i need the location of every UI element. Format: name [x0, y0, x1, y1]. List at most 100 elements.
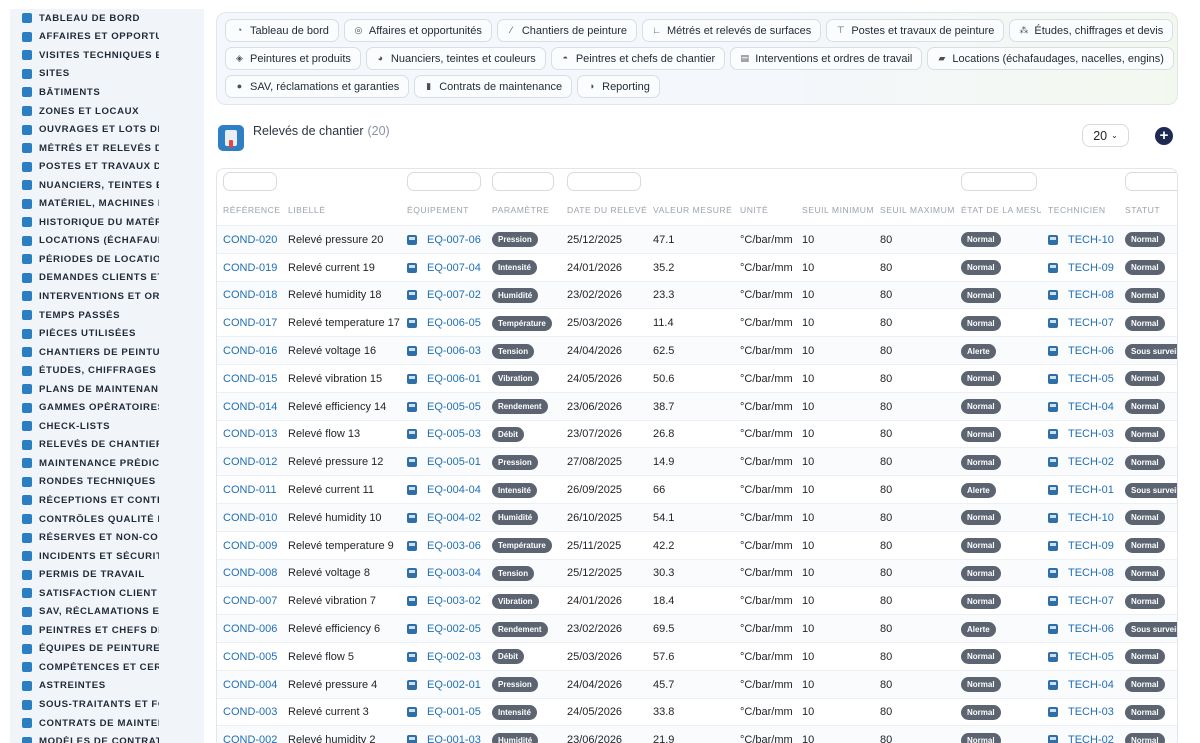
top-nav-button[interactable]: ◔ Tableau de bord [225, 19, 339, 42]
eq-link[interactable]: EQ-002-01 [427, 679, 481, 691]
sidebar-item[interactable]: MATÉRIEL, MACHINES ET ENGINS [10, 194, 204, 213]
column-header[interactable]: STATUT [1125, 205, 1177, 215]
eq-link[interactable]: EQ-006-05 [427, 317, 481, 329]
sidebar-item[interactable]: PEINTRES ET CHEFS DE CHANTIER [10, 621, 204, 640]
sidebar-item[interactable]: PÉRIODES DE LOCATION [10, 250, 204, 269]
top-nav-button[interactable]: ▮ Contrats de maintenance [414, 75, 573, 98]
tech-link[interactable]: TECH-06 [1068, 345, 1114, 357]
table-row[interactable]: COND-002 Relevé humidity 2 EQ-001-03 Humidi… [217, 725, 1177, 743]
tech-link[interactable]: TECH-10 [1068, 234, 1114, 246]
eq-link[interactable]: EQ-003-06 [427, 540, 481, 552]
eq-link[interactable]: EQ-002-05 [427, 623, 481, 635]
ref-link[interactable]: COND-003 [223, 706, 277, 718]
sidebar-item[interactable]: MAINTENANCE PRÉDICTIVE [10, 454, 204, 473]
eq-link[interactable]: EQ-003-04 [427, 567, 481, 579]
sidebar-item[interactable]: INCIDENTS ET SÉCURITÉ [10, 547, 204, 566]
sidebar-item[interactable]: PERMIS DE TRAVAIL [10, 565, 204, 584]
ref-link[interactable]: COND-017 [223, 317, 277, 329]
tech-link[interactable]: TECH-04 [1068, 679, 1114, 691]
tech-link[interactable]: TECH-07 [1068, 595, 1114, 607]
eq-link[interactable]: EQ-001-03 [427, 734, 481, 743]
top-nav-button[interactable]: ∟ Métrés et relevés de surfaces [642, 19, 822, 42]
table-row[interactable]: COND-013 Relevé flow 13 EQ-005-03 Débit 23/0… [217, 419, 1177, 448]
sidebar-item[interactable]: HISTORIQUE DU MATÉRIEL [10, 213, 204, 232]
sidebar-item[interactable]: CHECK-LISTS [10, 417, 204, 436]
top-nav-button[interactable]: ◓ Peintres et chefs de chantier [550, 47, 726, 70]
ref-link[interactable]: COND-012 [223, 456, 277, 468]
sidebar-item[interactable]: RÉSERVES ET NON-CONFORMITÉS [10, 528, 204, 547]
table-row[interactable]: COND-011 Relevé current 11 EQ-004-04 Intens… [217, 475, 1177, 503]
table-row[interactable]: COND-009 Relevé temperature 9 EQ-003-06 Tem… [217, 530, 1177, 559]
sidebar-item[interactable]: RONDES TECHNIQUES [10, 473, 204, 492]
ref-link[interactable]: COND-002 [223, 734, 277, 743]
eq-link[interactable]: EQ-004-04 [427, 484, 481, 496]
table-row[interactable]: COND-010 Relevé humidity 10 EQ-004-02 Humid… [217, 503, 1177, 531]
ref-link[interactable]: COND-016 [223, 345, 277, 357]
tech-link[interactable]: TECH-05 [1068, 651, 1114, 663]
ref-link[interactable]: COND-004 [223, 679, 277, 691]
column-filter-input[interactable] [492, 172, 554, 191]
ref-link[interactable]: COND-013 [223, 428, 277, 440]
tech-link[interactable]: TECH-02 [1068, 456, 1114, 468]
tech-link[interactable]: TECH-09 [1068, 262, 1114, 274]
column-header[interactable]: ÉQUIPEMENT [407, 205, 487, 215]
sidebar-item[interactable]: AFFAIRES ET OPPORTUNITÉS [10, 28, 204, 47]
column-filter-input[interactable] [223, 172, 277, 191]
tech-link[interactable]: TECH-08 [1068, 289, 1114, 301]
eq-link[interactable]: EQ-005-01 [427, 456, 481, 468]
eq-link[interactable]: EQ-001-05 [427, 706, 481, 718]
per-page-select[interactable]: 20 ⌄ [1082, 124, 1129, 147]
sidebar-item[interactable]: ÉQUIPES DE PEINTURE [10, 640, 204, 659]
sidebar-item[interactable]: CHANTIERS DE PEINTURE [10, 343, 204, 362]
table-row[interactable]: COND-019 Relevé current 19 EQ-007-04 Intens… [217, 252, 1177, 281]
sidebar-item[interactable]: OUVRAGES ET LOTS DE TRAVAUX [10, 120, 204, 139]
eq-link[interactable]: EQ-003-02 [427, 595, 481, 607]
tech-link[interactable]: TECH-03 [1068, 428, 1114, 440]
ref-link[interactable]: COND-011 [223, 484, 277, 496]
eq-link[interactable]: EQ-002-03 [427, 651, 481, 663]
table-row[interactable]: COND-006 Relevé efficiency 6 EQ-002-05 Rend… [217, 614, 1177, 642]
table-row[interactable]: COND-004 Relevé pressure 4 EQ-002-01 Pressi… [217, 669, 1177, 698]
column-header[interactable]: TECHNICIEN [1048, 205, 1120, 215]
ref-link[interactable]: COND-010 [223, 512, 277, 524]
table-row[interactable]: COND-017 Relevé temperature 17 EQ-006-05 Te… [217, 308, 1177, 337]
column-header[interactable]: SEUIL MINIMUM [802, 205, 874, 215]
sidebar-item[interactable]: MODÈLES DE CONTRATS [10, 732, 204, 743]
ref-link[interactable]: COND-020 [223, 234, 277, 246]
ref-link[interactable]: COND-007 [223, 595, 277, 607]
column-filter-input[interactable] [407, 172, 481, 191]
sidebar-item[interactable]: SAV, RÉCLAMATIONS ET GARANTIES [10, 603, 204, 622]
ref-link[interactable]: COND-018 [223, 289, 277, 301]
sidebar-item[interactable]: CONTRATS DE MAINTENANCE [10, 714, 204, 733]
sidebar-item[interactable]: DEMANDES CLIENTS ET INTERVENTIONS [10, 269, 204, 288]
table-row[interactable]: COND-016 Relevé voltage 16 EQ-006-03 Tensio… [217, 336, 1177, 364]
add-record-button[interactable]: + [1155, 127, 1173, 145]
tech-link[interactable]: TECH-01 [1068, 484, 1114, 496]
column-header[interactable]: SEUIL MAXIMUM [880, 205, 954, 215]
sidebar-item[interactable]: GAMMES OPÉRATOIRES [10, 398, 204, 417]
sidebar-item[interactable]: BÂTIMENTS [10, 83, 204, 102]
eq-link[interactable]: EQ-005-03 [427, 428, 481, 440]
column-filter-input[interactable] [961, 172, 1037, 191]
top-nav-button[interactable]: ▰ Locations (échafaudages, nacelles, engi… [927, 47, 1174, 70]
top-nav-button[interactable]: ◕ Nuanciers, teintes et couleurs [365, 47, 546, 70]
ref-link[interactable]: COND-008 [223, 567, 277, 579]
tech-link[interactable]: TECH-02 [1068, 734, 1114, 743]
sidebar-item[interactable]: TABLEAU DE BORD [10, 9, 204, 28]
tech-link[interactable]: TECH-08 [1068, 567, 1114, 579]
sidebar-item[interactable]: MÉTRÉS ET RELEVÉS DE SURFACES [10, 139, 204, 158]
tech-link[interactable]: TECH-03 [1068, 706, 1114, 718]
sidebar-item[interactable]: CONTRÔLES QUALITÉ ET ESSAIS [10, 510, 204, 529]
eq-link[interactable]: EQ-007-04 [427, 262, 481, 274]
sidebar-item[interactable]: PIÈCES UTILISÉES [10, 324, 204, 343]
top-nav-button[interactable]: ⁂ Études, chiffrages et devis [1009, 19, 1174, 42]
top-nav-button[interactable]: ◑ Reporting [577, 75, 660, 98]
ref-link[interactable]: COND-014 [223, 401, 277, 413]
column-header[interactable]: RÉFÉRENCE [223, 205, 283, 215]
table-row[interactable]: COND-008 Relevé voltage 8 EQ-003-04 Tension… [217, 558, 1177, 587]
column-header[interactable]: UNITÉ [740, 205, 796, 215]
tech-link[interactable]: TECH-10 [1068, 512, 1114, 524]
tech-link[interactable]: TECH-04 [1068, 401, 1114, 413]
sidebar-item[interactable]: POSTES ET TRAVAUX DE PEINTURE [10, 157, 204, 176]
table-row[interactable]: COND-018 Relevé humidity 18 EQ-007-02 Humid… [217, 280, 1177, 309]
